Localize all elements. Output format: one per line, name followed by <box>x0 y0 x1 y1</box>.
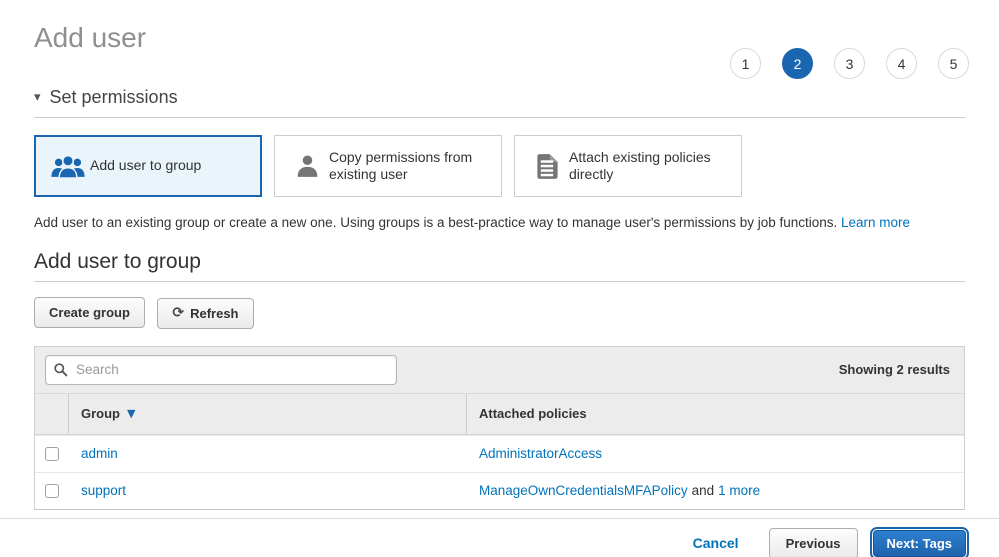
card-add-user-to-group[interactable]: Add user to group <box>34 135 262 197</box>
row-checkbox[interactable] <box>45 484 59 498</box>
set-permissions-section-toggle[interactable]: ▾ Set permissions <box>34 87 965 108</box>
table-toolbar: Showing 2 results <box>35 347 964 393</box>
next-tags-button[interactable]: Next: Tags <box>873 530 967 557</box>
chevron-down-icon: ▾ <box>34 90 41 105</box>
results-count: Showing 2 results <box>839 362 954 377</box>
learn-more-link[interactable]: Learn more <box>841 215 910 230</box>
column-header-group[interactable]: Group ▼ <box>69 394 467 434</box>
table-row: admin AdministratorAccess <box>35 435 964 472</box>
column-label: Group <box>81 406 120 421</box>
search-icon <box>53 362 68 382</box>
select-all-cell <box>35 394 69 434</box>
wizard-step-indicator: 1 2 3 4 5 <box>709 48 969 79</box>
card-label: Attach existing policies directly <box>569 149 731 184</box>
step-1[interactable]: 1 <box>730 48 761 79</box>
row-checkbox-cell <box>35 436 69 472</box>
step-5[interactable]: 5 <box>938 48 969 79</box>
group-link[interactable]: support <box>81 483 126 498</box>
card-copy-permissions[interactable]: Copy permissions from existing user <box>274 135 502 197</box>
user-icon <box>285 153 329 180</box>
card-label: Copy permissions from existing user <box>329 149 491 184</box>
column-label: Attached policies <box>479 406 587 421</box>
next-button-focus-ring: Next: Tags <box>870 527 970 557</box>
permission-option-cards: Add user to group Copy permissions from … <box>34 135 965 197</box>
previous-button[interactable]: Previous <box>769 528 858 557</box>
sub-section-divider <box>34 281 965 282</box>
step-2-active[interactable]: 2 <box>782 48 813 79</box>
refresh-label: Refresh <box>190 306 238 321</box>
refresh-icon: ⟳ <box>172 306 184 320</box>
row-checkbox[interactable] <box>45 447 59 461</box>
search-input[interactable] <box>45 355 397 385</box>
create-group-button[interactable]: Create group <box>34 297 145 328</box>
section-description: Add user to an existing group or create … <box>34 215 965 230</box>
column-header-policies: Attached policies <box>467 394 964 434</box>
card-attach-policies[interactable]: Attach existing policies directly <box>514 135 742 197</box>
users-group-icon <box>46 153 90 180</box>
step-4[interactable]: 4 <box>886 48 917 79</box>
policy-join-text: and <box>692 483 715 498</box>
description-text: Add user to an existing group or create … <box>34 215 837 230</box>
cancel-link[interactable]: Cancel <box>693 535 739 551</box>
add-user-to-group-heading: Add user to group <box>34 250 965 274</box>
wizard-footer: Cancel Previous Next: Tags <box>0 518 999 557</box>
row-checkbox-cell <box>35 473 69 509</box>
group-link[interactable]: admin <box>81 446 118 461</box>
table-header: Group ▼ Attached policies <box>35 393 964 435</box>
policy-link[interactable]: AdministratorAccess <box>479 446 602 461</box>
section-divider <box>34 117 965 118</box>
card-label: Add user to group <box>90 157 201 175</box>
step-3[interactable]: 3 <box>834 48 865 79</box>
sort-descending-icon: ▼ <box>127 407 135 420</box>
document-icon <box>525 153 569 180</box>
section-title: Set permissions <box>50 87 178 108</box>
policy-link[interactable]: ManageOwnCredentialsMFAPolicy <box>479 483 688 498</box>
table-row: support ManageOwnCredentialsMFAPolicy an… <box>35 472 964 509</box>
group-actions: Create group ⟳ Refresh <box>34 297 965 329</box>
add-user-wizard: Add user 1 2 3 4 5 ▾ Set permissions <box>0 22 999 510</box>
search-box <box>45 355 397 385</box>
more-policies-link[interactable]: 1 more <box>718 483 760 498</box>
refresh-button[interactable]: ⟳ Refresh <box>157 298 253 329</box>
groups-table: Showing 2 results Group ▼ Attached polic… <box>34 346 965 510</box>
